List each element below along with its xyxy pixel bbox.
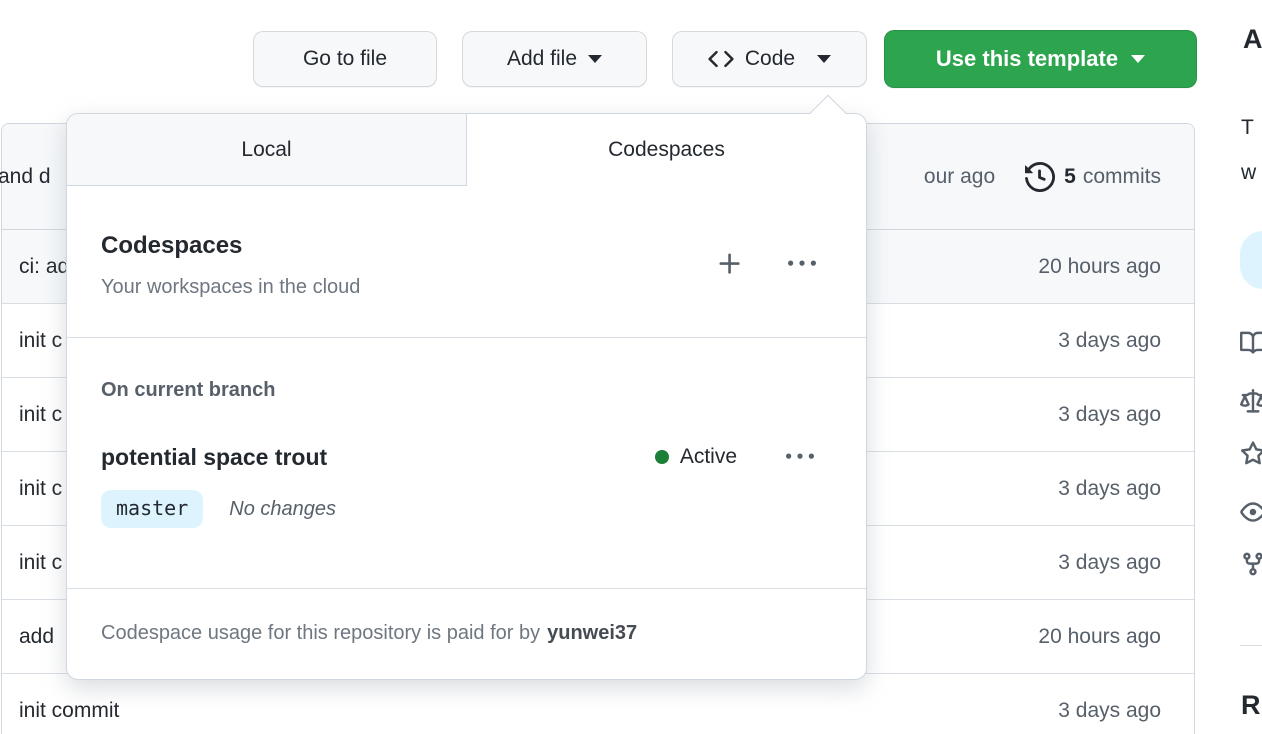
star-icon [1240, 441, 1262, 465]
use-this-template-button[interactable]: Use this template [884, 30, 1197, 88]
divider [1240, 645, 1262, 646]
add-file-button[interactable]: Add file [462, 31, 647, 87]
kebab-horizontal-icon [788, 260, 816, 266]
dropdown-tabs: Local Codespaces [67, 114, 866, 186]
codespace-meta-row: master No changes [101, 490, 834, 528]
about-description-fragment: T [1241, 116, 1254, 139]
divider [67, 337, 866, 338]
code-icon [708, 50, 734, 68]
no-changes-label: No changes [229, 497, 336, 520]
code-button[interactable]: Code [672, 31, 867, 87]
codespace-status: Active [654, 445, 737, 469]
row-time: 3 days ago [1058, 550, 1161, 574]
row-message[interactable]: init commit [19, 699, 119, 723]
row-message[interactable]: init c [19, 551, 62, 575]
table-row[interactable]: init commit 3 days ago [2, 674, 1194, 734]
row-time: 3 days ago [1058, 476, 1161, 500]
row-message[interactable]: init c [19, 329, 62, 353]
law-icon [1240, 389, 1262, 413]
codespaces-panel: Codespaces Your workspaces in the cloud … [67, 186, 866, 681]
releases-heading-fragment: R [1241, 690, 1261, 720]
on-current-branch-label: On current branch [101, 379, 276, 401]
commit-message-fragment[interactable]: and d [0, 165, 51, 189]
commits-count[interactable]: 5 [1064, 165, 1076, 189]
row-time: 20 hours ago [1038, 624, 1161, 648]
new-codespace-button[interactable] [715, 249, 745, 279]
status-label: Active [679, 445, 737, 468]
tab-codespaces[interactable]: Codespaces [467, 114, 866, 186]
git-fork-icon [1243, 552, 1262, 576]
codespaces-header: Codespaces Your workspaces in the cloud [67, 186, 866, 299]
codespaces-options-button[interactable] [787, 249, 817, 279]
row-time: 3 days ago [1058, 328, 1161, 352]
row-time: 20 hours ago [1038, 254, 1161, 278]
row-time: 3 days ago [1058, 698, 1161, 722]
kebab-horizontal-icon [786, 453, 814, 459]
branch-badge[interactable]: master [101, 490, 204, 528]
row-message[interactable]: init c [19, 403, 62, 427]
topic-tag[interactable] [1240, 231, 1262, 289]
codespace-name[interactable]: potential space trout [101, 444, 327, 470]
footer-owner: yunwei37 [547, 621, 638, 644]
chevron-down-icon [817, 55, 832, 63]
row-time: 3 days ago [1058, 402, 1161, 426]
row-message[interactable]: init c [19, 477, 62, 501]
plus-icon [719, 253, 740, 274]
commit-time-fragment: our ago [923, 164, 996, 188]
codespace-options-button[interactable] [785, 442, 815, 472]
codespaces-footer: Codespace usage for this repository is p… [67, 589, 866, 677]
use-this-template-label: Use this template [935, 46, 1119, 71]
chevron-down-icon [588, 55, 603, 63]
code-label: Code [744, 47, 796, 70]
codespaces-subtitle: Your workspaces in the cloud [101, 276, 361, 298]
history-icon [1025, 161, 1056, 192]
github-repo-page: and d our ago 5 commits ci: ad 20 hours … [0, 0, 1262, 734]
go-to-file-label: Go to file [302, 47, 388, 70]
eye-icon [1240, 502, 1262, 522]
book-icon [1240, 331, 1262, 354]
codespace-item[interactable]: potential space trout Active [67, 443, 866, 471]
active-dot-icon [654, 450, 669, 464]
row-message[interactable]: ci: ad [19, 255, 69, 279]
about-description-fragment: w [1241, 161, 1257, 184]
about-heading-fragment: A [1243, 24, 1262, 54]
commit-bar-meta: our ago 5 commits [924, 124, 1161, 229]
chevron-down-icon [1131, 55, 1146, 63]
footer-text: Codespace usage for this repository is p… [101, 621, 541, 644]
add-file-label: Add file [506, 47, 578, 70]
commits-label[interactable]: commits [1083, 165, 1161, 189]
row-message[interactable]: add [19, 625, 54, 649]
code-dropdown: Local Codespaces Codespaces Your workspa… [66, 94, 867, 681]
tab-local[interactable]: Local [67, 114, 467, 186]
go-to-file-button[interactable]: Go to file [253, 31, 437, 87]
